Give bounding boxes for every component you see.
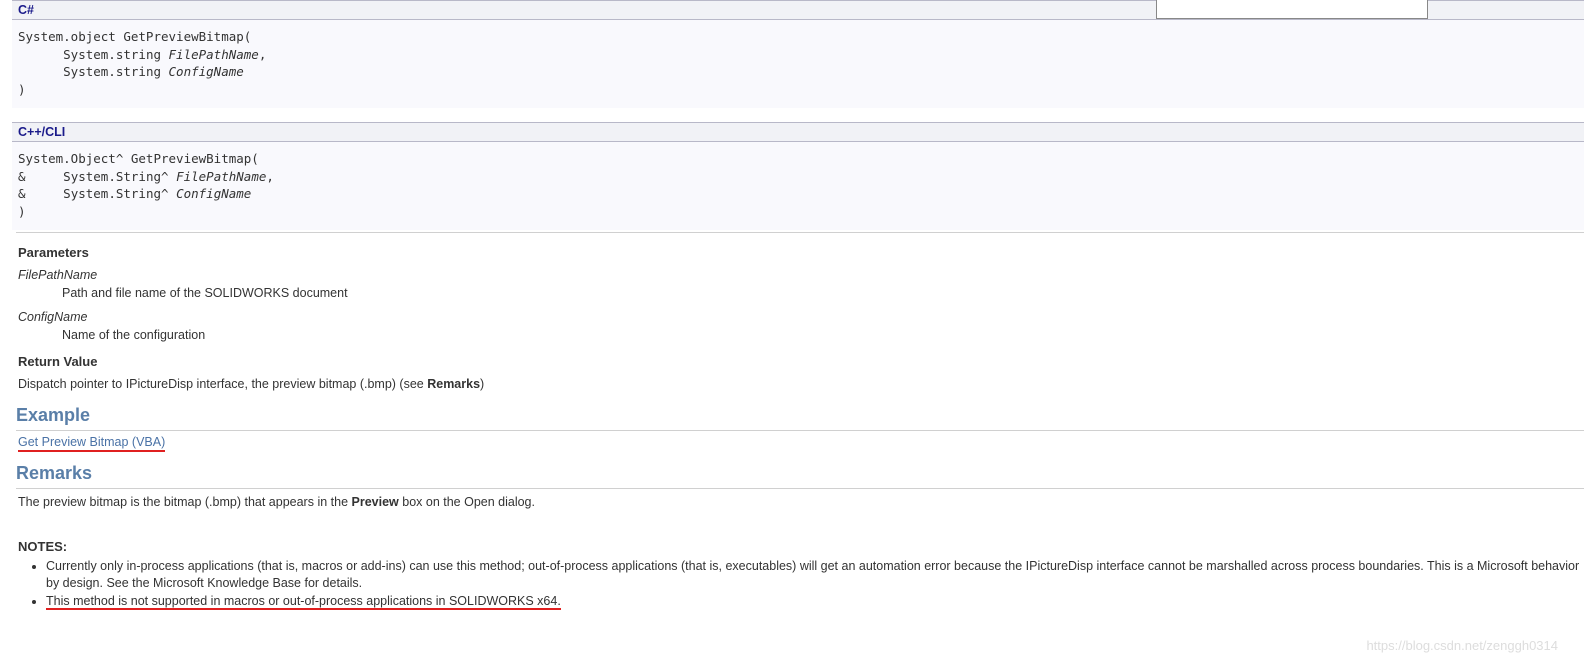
param-desc-configname: Name of the configuration (62, 328, 1588, 342)
code-line: System.string ConfigName (18, 63, 1578, 81)
note-item-2: This method is not supported in macros o… (46, 593, 1588, 610)
code-csharp: System.object GetPreviewBitmap( System.s… (12, 20, 1584, 108)
divider (16, 430, 1584, 431)
lang-title-csharp: C# (18, 3, 34, 17)
code-line: ) (18, 81, 1578, 99)
code-cppcli: System.Object^ GetPreviewBitmap( & Syste… (12, 142, 1584, 230)
code-line: & System.String^ FilePathName, (18, 168, 1578, 186)
code-line: ) (18, 203, 1578, 221)
parameters-heading: Parameters (18, 245, 1588, 260)
watermark: https://blog.csdn.net/zenggh0314 (1366, 638, 1558, 653)
note-item-1: Currently only in-process applications (… (46, 558, 1588, 592)
notes-heading: NOTES: (18, 539, 1588, 554)
divider (16, 232, 1584, 233)
example-heading: Example (16, 405, 1588, 426)
remarks-heading: Remarks (16, 463, 1588, 484)
lang-title-cppcli: C++/CLI (18, 125, 65, 139)
param-name-filepathname: FilePathName (18, 268, 1588, 282)
return-value-heading: Return Value (18, 354, 1588, 369)
code-line: System.string FilePathName, (18, 46, 1578, 64)
lang-header-cppcli: C++/CLI (12, 122, 1584, 142)
param-name-configname: ConfigName (18, 310, 1588, 324)
notes-list: Currently only in-process applications (… (32, 558, 1588, 610)
remarks-text: The preview bitmap is the bitmap (.bmp) … (18, 495, 1588, 509)
code-line: System.object GetPreviewBitmap( (18, 28, 1578, 46)
code-line: System.Object^ GetPreviewBitmap( (18, 150, 1578, 168)
divider (16, 488, 1584, 489)
code-line: & System.String^ ConfigName (18, 185, 1578, 203)
param-desc-filepathname: Path and file name of the SOLIDWORKS doc… (62, 286, 1588, 300)
top-right-box (1156, 0, 1428, 19)
return-value-text: Dispatch pointer to IPictureDisp interfa… (18, 377, 1588, 391)
example-link-vba[interactable]: Get Preview Bitmap (VBA) (18, 435, 165, 452)
